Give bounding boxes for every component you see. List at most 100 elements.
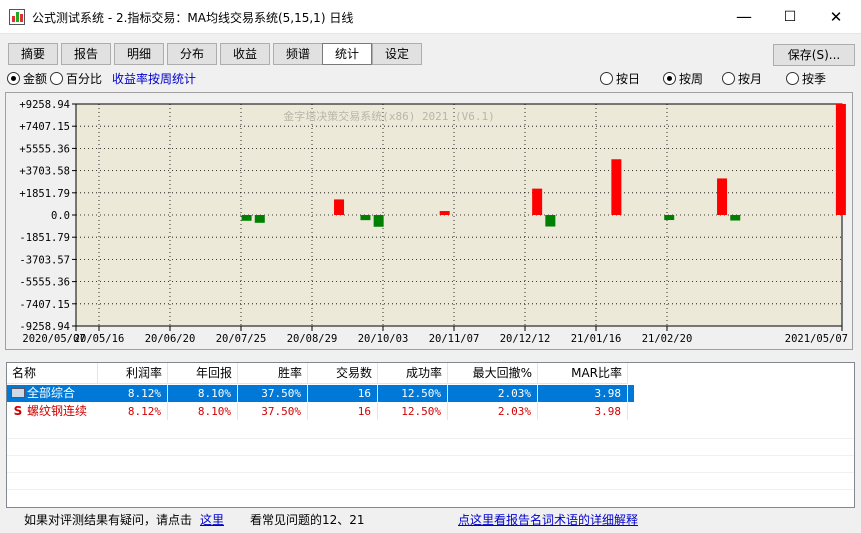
x-tick-label: 20/05/16 [74,333,125,345]
y-tick-label: +9258.94 [19,99,70,111]
bar-negative [360,215,371,221]
y-tick-label: +1851.79 [19,188,70,200]
weekly-return-link[interactable]: 收益率按周统计 [112,71,196,89]
row-name: 螺纹钢连续 [27,404,88,418]
results-table: 名称 利润率 年回报 胜率 交易数 成功率 最大回撤% MAR比率 全部综合 8… [6,362,855,508]
minimize-button[interactable]: — [721,0,767,34]
bar-negative [241,215,252,221]
cell-mar-ratio: 3.98 [538,385,628,402]
cell-profit-rate: 8.12% [98,403,168,420]
amount-radio[interactable]: 金额 [7,71,47,89]
percent-radio[interactable]: 百分比 [50,71,102,89]
tab-settings[interactable]: 设定 [372,43,422,65]
tab-summary[interactable]: 摘要 [8,43,58,65]
row-divider [7,455,854,456]
glossary-link[interactable]: 点这里看报告名词术语的详细解释 [458,511,638,528]
cell-max-drawdown: 2.03% [448,385,538,402]
window-title: 公式测试系统 - 2.指标交易：MA均线交易系统(5,15,1) 日线 [32,11,354,25]
x-tick-label: 2021/05/07 [785,333,848,345]
cell-success-rate: 12.50% [378,385,448,402]
y-tick-label: +7407.15 [19,121,70,133]
here-link[interactable]: 这里 [200,511,224,528]
period-weekly-radio[interactable]: 按周 [663,71,703,89]
bar-positive [717,178,728,215]
tab-report[interactable]: 报告 [61,43,111,65]
cell-trade-count: 16 [308,403,378,420]
cell-trade-count: 16 [308,385,378,402]
period-daily-radio[interactable]: 按日 [600,71,640,89]
bar-negative [664,215,675,221]
plot-area [75,103,843,327]
bar-negative [254,215,265,223]
cell-annual-return: 8.10% [168,403,238,420]
radio-empty-icon [50,72,63,85]
x-tick-label: 20/11/07 [429,333,480,345]
radio-empty-icon [786,72,799,85]
table-row[interactable]: 全部综合 8.12% 8.10% 37.50% 16 12.50% 2.03% … [7,385,634,402]
table-header: 名称 利润率 年回报 胜率 交易数 成功率 最大回撤% MAR比率 [7,363,854,384]
bar-positive [334,199,345,215]
app-icon [9,9,25,25]
y-tick-label: -1851.79 [19,232,70,244]
save-button[interactable]: 保存(S)... [773,44,855,66]
y-tick-label: -5555.36 [19,277,70,289]
chart-svg: +9258.94 +7407.15 +5555.36 +3703.58 +1851.79… [19,99,848,345]
y-tick-label: 0.0 [51,210,70,222]
s-symbol-icon: S [13,404,23,418]
period-monthly-radio[interactable]: 按月 [722,71,762,89]
bar-negative [373,215,384,227]
radio-empty-icon [722,72,735,85]
y-tick-label: +3703.58 [19,166,70,178]
y-tick-label: -3703.57 [19,254,70,266]
tab-detail[interactable]: 明细 [114,43,164,65]
cell-mar-ratio: 3.98 [538,403,628,420]
folder-icon [11,388,25,398]
tab-distribution[interactable]: 分布 [167,43,217,65]
tab-statistics[interactable]: 统计 [322,43,372,65]
tab-spectrum[interactable]: 频谱 [273,43,323,65]
status-faq-text: 看常见问题的12、21 [250,513,365,527]
cell-win-rate: 37.50% [238,385,308,402]
col-mar-ratio[interactable]: MAR比率 [538,363,628,384]
radio-empty-icon [600,72,613,85]
x-tick-label: 21/01/16 [571,333,622,345]
col-trade-count[interactable]: 交易数 [308,363,378,384]
period-quarterly-radio[interactable]: 按季 [786,71,826,89]
col-success-rate[interactable]: 成功率 [378,363,448,384]
col-name[interactable]: 名称 [7,363,98,384]
radio-checked-icon [7,72,20,85]
row-divider [7,438,854,439]
x-tick-label: 20/06/20 [145,333,196,345]
returns-chart: +9258.94 +7407.15 +5555.36 +3703.58 +1851.79… [5,92,853,350]
row-name: 全部综合 [27,386,76,400]
table-row[interactable]: S 螺纹钢连续 8.12% 8.10% 37.50% 16 12.50% 2.03… [7,403,634,420]
x-tick-label: 20/12/12 [500,333,551,345]
bar-positive [532,188,543,215]
cell-win-rate: 37.50% [238,403,308,420]
bar-negative [730,215,741,221]
maximize-button[interactable]: ☐ [767,0,813,34]
col-profit-rate[interactable]: 利润率 [98,363,168,384]
bar-positive [611,159,622,215]
cell-success-rate: 12.50% [378,403,448,420]
row-divider [7,472,854,473]
title-bar: 公式测试系统 - 2.指标交易：MA均线交易系统(5,15,1) 日线 — ☐ … [0,0,861,34]
x-tick-label: 20/10/03 [358,333,409,345]
y-tick-label: -7407.15 [19,299,70,311]
bar-positive [835,104,846,215]
radio-checked-icon [663,72,676,85]
y-tick-label: -9258.94 [19,321,70,333]
col-max-drawdown[interactable]: 最大回撤% [448,363,538,384]
cell-max-drawdown: 2.03% [448,403,538,420]
status-question-text: 如果对评测结果有疑问，请点击 [24,513,193,527]
chart-watermark: 金字塔决策交易系统(x86) 2021 (V6.1) [283,109,495,123]
y-tick-label: +5555.36 [19,143,70,155]
col-win-rate[interactable]: 胜率 [238,363,308,384]
close-button[interactable]: ✕ [813,0,859,34]
bar-positive [439,211,450,215]
col-annual-return[interactable]: 年回报 [168,363,238,384]
bar-negative [545,215,556,227]
cell-annual-return: 8.10% [168,385,238,402]
tab-returns[interactable]: 收益 [220,43,270,65]
x-tick-label: 20/07/25 [216,333,267,345]
